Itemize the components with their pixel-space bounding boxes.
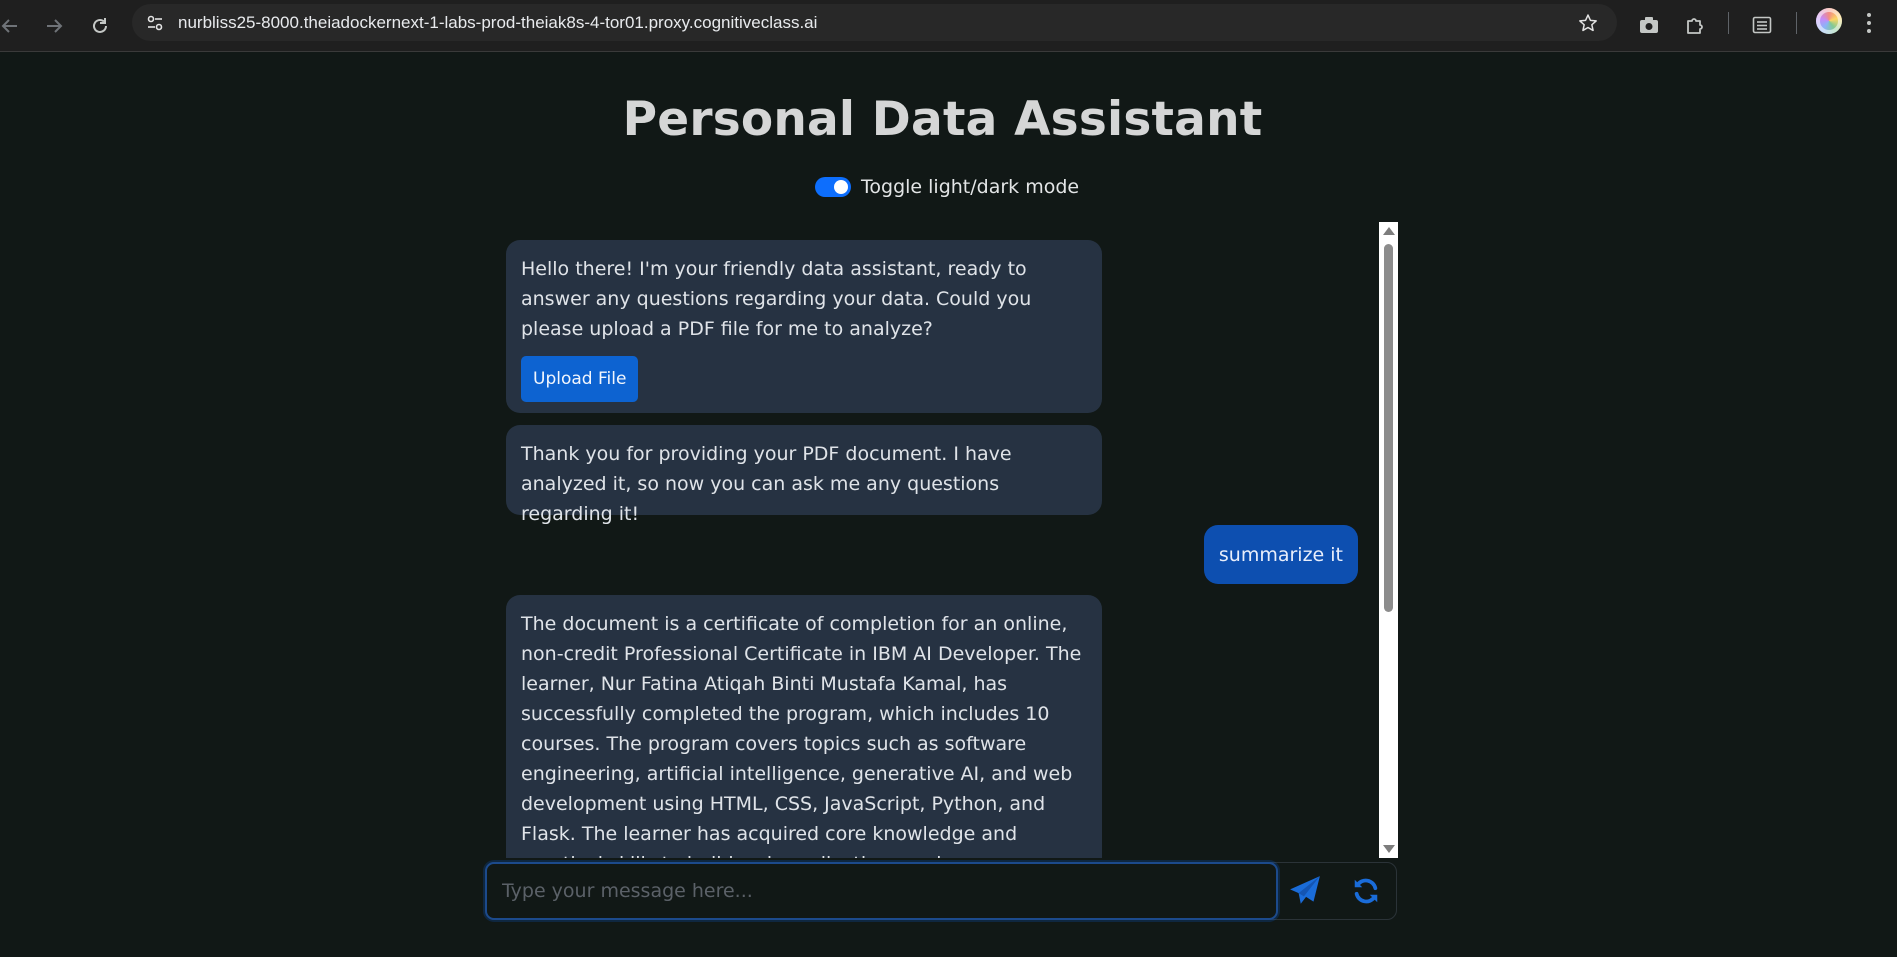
send-button[interactable] (1286, 872, 1324, 910)
camera-icon[interactable] (1634, 10, 1664, 40)
browser-toolbar: nurbliss25-8000.theiadockernext-1-labs-p… (0, 0, 1897, 52)
scroll-up-arrow-icon[interactable] (1383, 227, 1395, 235)
back-arrow-icon[interactable] (0, 10, 26, 42)
bot-message: The document is a certificate of complet… (506, 595, 1102, 858)
message-text: Hello there! I'm your friendly data assi… (521, 258, 1032, 340)
refresh-icon (1354, 878, 1378, 904)
message-text: The document is a certificate of complet… (521, 613, 1082, 858)
bookmark-star-icon[interactable] (1575, 10, 1601, 36)
reading-list-icon[interactable] (1747, 10, 1777, 40)
upload-file-button[interactable]: Upload File (521, 356, 639, 402)
paper-plane-icon (1290, 876, 1320, 904)
message-text: Thank you for providing your PDF documen… (521, 443, 1012, 525)
profile-avatar[interactable] (1816, 8, 1842, 34)
forward-arrow-icon[interactable] (38, 10, 70, 42)
dark-mode-switch[interactable] (815, 177, 851, 197)
toolbar-divider (1796, 12, 1797, 34)
message-text: summarize it (1218, 544, 1343, 566)
site-info-icon[interactable] (142, 10, 168, 36)
bot-message: Hello there! I'm your friendly data assi… (506, 240, 1102, 413)
scroll-down-arrow-icon[interactable] (1383, 845, 1395, 853)
reload-icon[interactable] (84, 10, 116, 42)
toolbar-divider (1728, 12, 1729, 34)
theme-toggle[interactable]: Toggle light/dark mode (815, 174, 1079, 200)
chat-window[interactable]: Hello there! I'm your friendly data assi… (506, 222, 1398, 858)
user-message: summarize it (1203, 525, 1358, 584)
url-text[interactable]: nurbliss25-8000.theiadockernext-1-labs-p… (178, 13, 817, 33)
address-bar[interactable]: nurbliss25-8000.theiadockernext-1-labs-p… (132, 4, 1617, 41)
refresh-button[interactable] (1347, 872, 1385, 910)
menu-kebab-icon[interactable] (1862, 8, 1876, 38)
scrollbar-thumb[interactable] (1384, 244, 1393, 612)
message-input[interactable] (485, 862, 1278, 920)
bot-message: Thank you for providing your PDF documen… (506, 425, 1102, 525)
extensions-puzzle-icon[interactable] (1680, 10, 1710, 40)
chat-scrollbar[interactable] (1379, 222, 1398, 858)
page-title: Personal Data Assistant (622, 92, 1263, 147)
theme-toggle-label: Toggle light/dark mode (861, 176, 1080, 198)
